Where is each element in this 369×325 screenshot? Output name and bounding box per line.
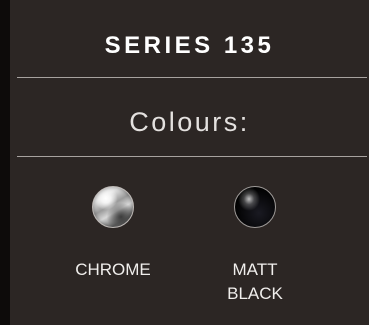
chrome-swatch[interactable] — [92, 186, 134, 228]
colours-heading: Colours: — [129, 107, 250, 137]
colour-option-label: CHROME — [58, 258, 168, 282]
series-title: SERIES 135 — [104, 32, 275, 59]
middle-divider — [17, 156, 367, 157]
colour-label-line: BLACK — [227, 284, 283, 303]
colour-option-chrome[interactable]: CHROME — [58, 186, 168, 282]
colour-option-matt-black[interactable]: MATT BLACK — [200, 186, 310, 306]
colour-label-line: CHROME — [75, 260, 151, 279]
product-panel: SERIES 135 Colours: CHROME MATT BLACK — [10, 0, 369, 325]
top-divider — [17, 77, 367, 78]
colour-option-label: MATT BLACK — [200, 258, 310, 306]
colour-label-line: MATT — [232, 260, 278, 279]
matt-black-swatch[interactable] — [234, 186, 276, 228]
